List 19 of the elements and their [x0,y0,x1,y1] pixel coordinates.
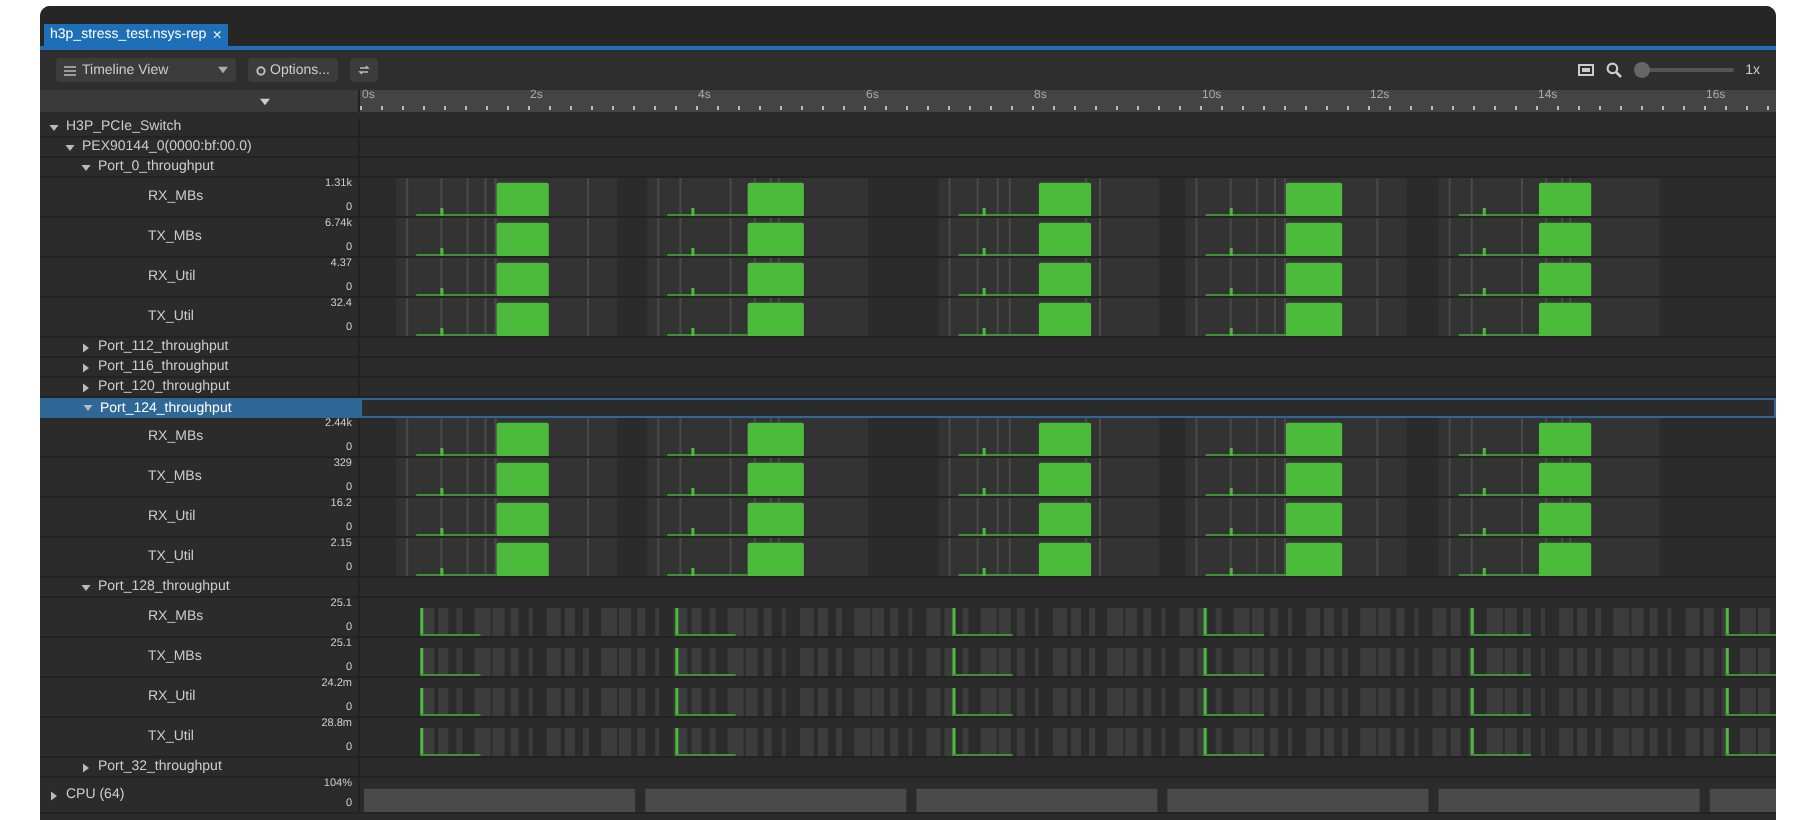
expand-arrow-icon[interactable] [80,341,92,353]
caret-icon [218,66,228,74]
collapse-arrow-icon[interactable] [48,121,60,133]
swap-arrows-icon [357,64,370,76]
collapse-arrow-icon[interactable] [80,161,92,173]
expand-arrow-icon[interactable] [48,789,60,801]
swap-button[interactable] [349,58,378,82]
search-icon[interactable] [1605,62,1622,78]
menu-icon [64,65,76,75]
expand-arrow-icon[interactable] [80,761,92,773]
collapse-arrow-icon[interactable] [80,581,92,593]
expand-arrow-icon[interactable] [80,381,92,393]
collapse-arrow-icon[interactable] [64,141,76,153]
settings-icon [256,65,266,75]
expand-arrow-icon[interactable] [80,361,92,373]
close-tab-button[interactable]: × [212,26,222,44]
caret-icon[interactable] [260,97,270,105]
zoom-slider[interactable] [1633,62,1734,78]
screen-icon[interactable] [1577,64,1594,76]
